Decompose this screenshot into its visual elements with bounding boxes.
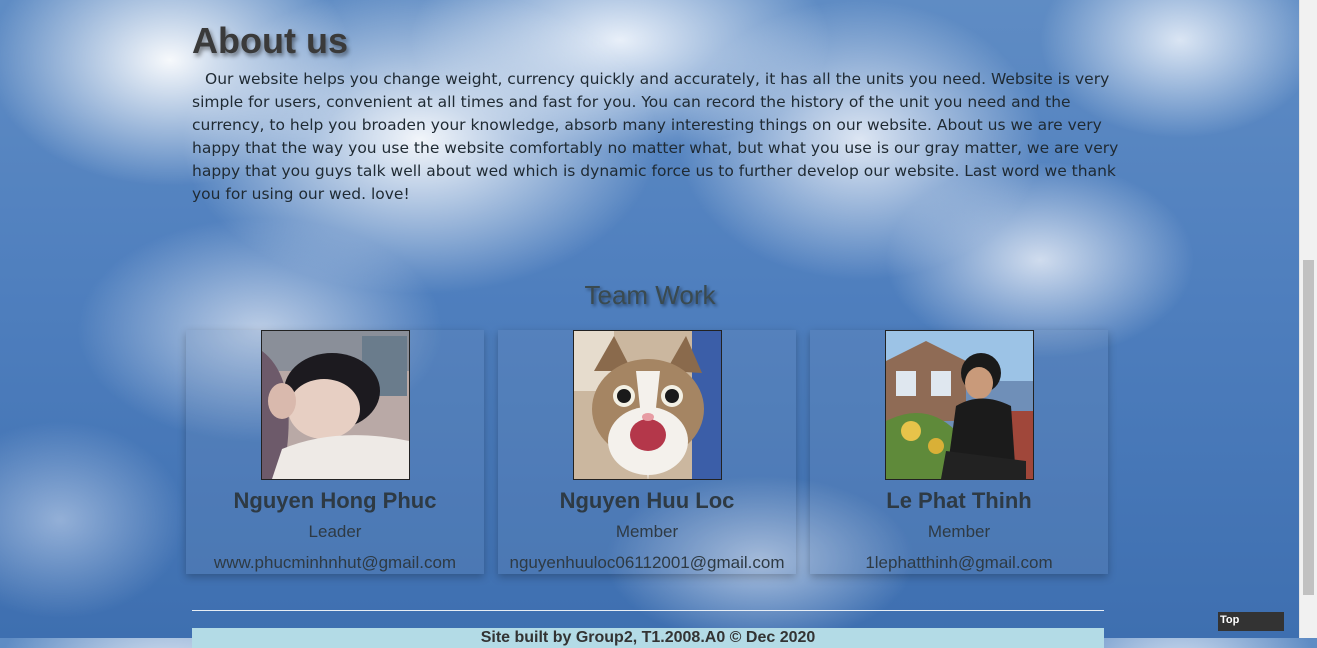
member-email: 1lephatthinh@gmail.com [865,553,1053,572]
member-photo-thinh [885,330,1034,480]
scrollbar-thumb[interactable] [1303,260,1314,595]
about-text: Our website helps you change weight, cur… [192,70,1119,203]
member-name: Nguyen Huu Loc [559,488,735,513]
footer-text: Site built by Group2, T1.2008.A0 © Dec 2… [480,629,816,646]
footer-divider [192,610,1104,611]
member-photo-phuc [261,330,410,480]
back-to-top-button[interactable]: Top [1218,612,1284,631]
member-name: Nguyen Hong Phuc [233,488,437,513]
member-photo-loc [573,330,722,480]
team-card-phuc: Nguyen Hong Phuc Leader www.phucminhnhut… [186,330,484,574]
about-title: About us [192,20,348,61]
team-title: Team Work [584,280,716,310]
member-email: nguyenhuuloc06112001@gmail.com [509,553,785,572]
team-card-thinh: Le Phat Thinh Member 1lephatthinh@gmail.… [810,330,1108,574]
footer: Site built by Group2, T1.2008.A0 © Dec 2… [192,628,1104,648]
page-scrollbar[interactable] [1299,0,1317,638]
team-card-loc: Nguyen Huu Loc Member nguyenhuuloc061120… [498,330,796,574]
member-role: Member [927,522,991,541]
member-role: Leader [308,522,362,541]
member-name: Le Phat Thinh [886,488,1032,513]
member-email: www.phucminhnhut@gmail.com [213,553,457,572]
member-role: Member [615,522,679,541]
